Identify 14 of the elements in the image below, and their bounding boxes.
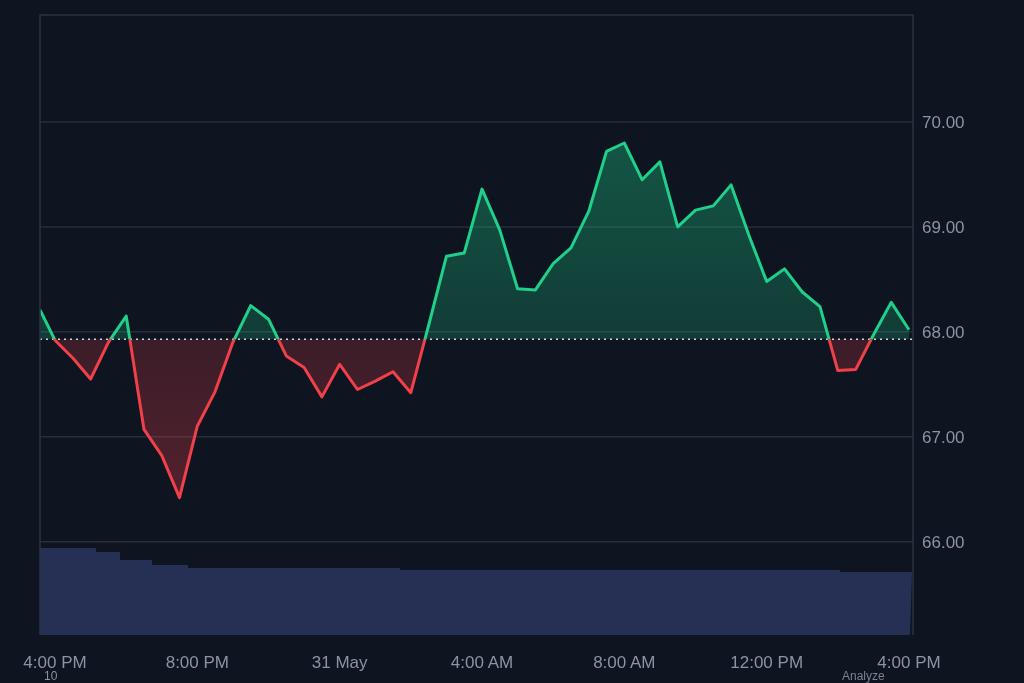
x-axis-label: 4:00 AM — [450, 653, 514, 672]
y-axis-label: 66.00 — [922, 532, 965, 552]
x-axis-label: 8:00 AM — [593, 653, 656, 672]
y-axis-label: 68.00 — [922, 322, 965, 342]
x-axis-label: 31 May — [311, 653, 368, 672]
x-axis-label: 12:00 PM — [730, 653, 804, 672]
y-axis-label: 69.00 — [922, 217, 965, 237]
y-axis-label: 67.00 — [922, 427, 965, 447]
analyze-link[interactable]: Analyze — [842, 669, 885, 683]
x-axis-label: 4:00 PM — [877, 653, 941, 672]
x-axis-label: 8:00 PM — [165, 653, 229, 672]
footer-text: 10 — [44, 669, 58, 683]
x-axis-label: 4:00 PM — [23, 653, 87, 672]
y-axis-label: 70.00 — [922, 113, 965, 132]
